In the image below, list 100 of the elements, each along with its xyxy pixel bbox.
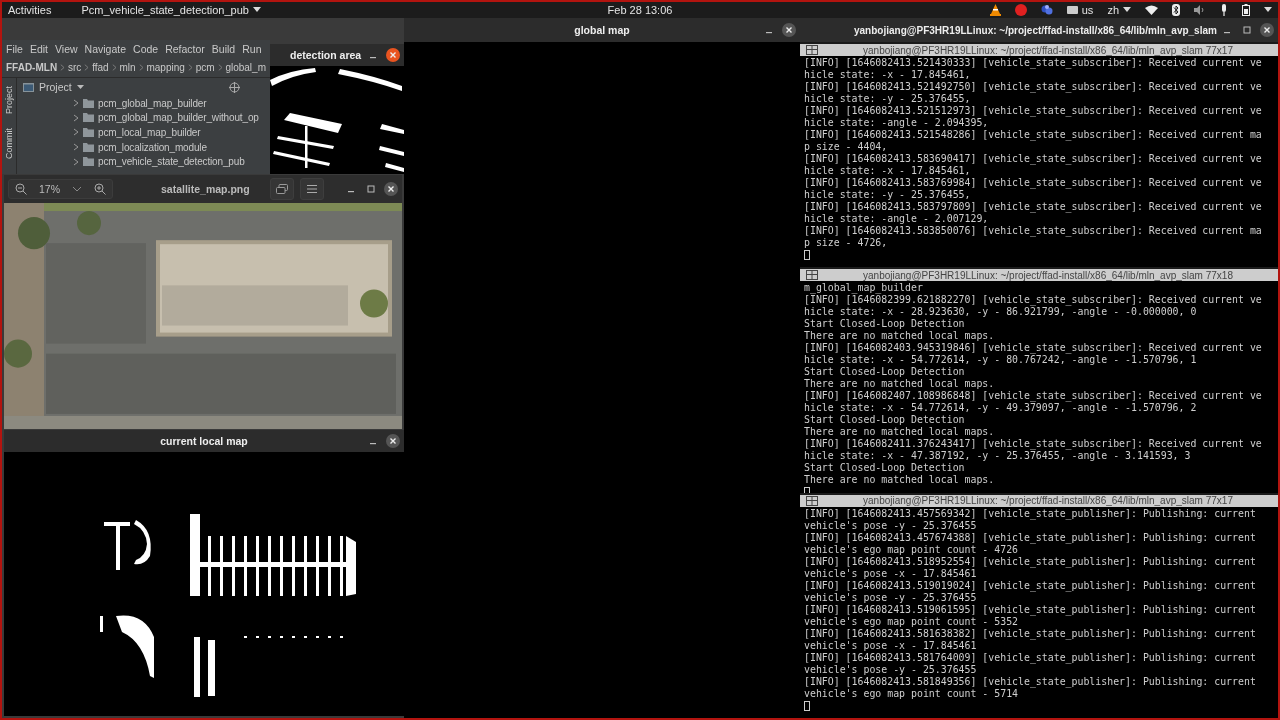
tree-item[interactable]: pcm_localization_module [23,139,207,155]
terminal-line: [INFO] [1646082413.581764009] [vehicle_state_publisher]: Publishing: current [804,651,1257,664]
terminal-line: p size - 4726, [804,237,889,249]
cursor-icon [804,700,810,711]
close-button[interactable] [386,434,400,448]
chevron-icon [217,63,223,72]
menu-item[interactable]: Edit [29,43,48,55]
zoom-in-icon[interactable] [94,183,106,195]
close-button[interactable] [782,23,796,37]
terminal-line: Start Closed-Loop Detection [804,318,966,331]
project-dropdown[interactable]: Project [39,81,72,93]
terminal-line: [INFO] [1646082413.521430333] [vehicle_state_subscriber]: Received current ve [804,57,1263,69]
close-button[interactable] [1260,23,1274,37]
battery-icon[interactable] [1242,4,1250,16]
folder-icon [83,113,94,123]
menu-item[interactable]: Code [133,43,159,55]
breadcrumb-item[interactable]: mln [119,62,136,73]
terminal-line: vehicle's ego map point count - 5714 [804,687,1019,700]
terminal-line: [INFO] [1646082413.581849356] [vehicle_state_publisher]: Publishing: current [804,675,1257,688]
menu-item[interactable]: Navigate [84,43,127,55]
terminal-line: vehicle's pose -y - 25.376455 [804,591,978,604]
locate-icon[interactable] [228,81,240,93]
folder-icon [83,98,94,108]
zoom-out-icon[interactable] [15,183,27,195]
zoom-level[interactable]: 17% [39,183,60,195]
terminal-line: [INFO] [1646082413.583850076] [vehicle_state_subscriber]: Received current ma [804,225,1263,237]
activities-button[interactable]: Activities [8,4,52,16]
chevron-icon [187,63,193,72]
terminal-line: hicle state: -x - 47.387192, -y - 25.376455, -angle - 3.141593, 3 [804,450,1192,463]
folder-icon [83,142,94,152]
close-button[interactable] [386,48,400,62]
terminal-line: hicle state: -x - 28.923630, -y - 86.921799, -angle - -0.000000, 0 [804,306,1198,319]
breadcrumb-item[interactable]: src [67,62,82,73]
menu-item[interactable]: Build [211,43,236,55]
terminal-line: vehicle's pose -x - 17.845461 [804,639,978,652]
window-title: satallite_map.png [161,183,250,195]
close-button[interactable] [384,182,398,196]
breadcrumb-item[interactable]: pcm [195,62,215,73]
volume-icon[interactable] [1194,5,1206,15]
split-icon[interactable] [806,270,818,281]
terminal-line: Start Closed-Loop Detection [804,366,966,379]
input-method-menu[interactable]: zh [1107,4,1131,16]
chevron-icon [84,63,90,72]
chevron-down-icon[interactable] [72,186,82,192]
maximize-button[interactable] [1240,23,1254,37]
caret-icon[interactable] [76,84,84,90]
terminal-line: [INFO] [1646082413.519061595] [vehicle_state_publisher]: Publishing: current [804,603,1257,616]
window-title: detection area [290,49,362,61]
clock[interactable]: Feb 28 13:06 [607,4,673,16]
terminal-line: hicle state: -x - 17.845461, [804,165,972,177]
wifi-icon[interactable] [1145,5,1158,15]
folder-icon [83,128,94,137]
terminal-line: [INFO] [1646082413.583690417] [vehicle_state_subscriber]: Received current ve [804,153,1263,165]
app-icon[interactable] [1040,4,1053,16]
breadcrumb-item[interactable]: ffad [92,62,109,73]
terminal-line: [INFO] [1646082413.519019024] [vehicle_state_publisher]: Publishing: current [804,579,1257,592]
breadcrumb-item[interactable]: mapping [146,62,185,73]
terminal-line: hicle state: -y - 25.376455, [804,189,972,201]
pane-title: yanbojiang@PF3HR19LLinux: ~/project/ffad-install/x86_64/lib/mln_avp_slam 77x17 [862,44,1234,56]
maximize-button[interactable] [364,182,378,196]
app-menu[interactable]: Pcm_vehicle_state_detection_pub [81,4,261,16]
tree-item[interactable]: pcm_global_map_builder_without_op [23,110,259,126]
tree-item[interactable]: pcm_vehicle_state_detection_pub [23,154,245,169]
terminal-line: [INFO] [1646082411.376243417] [vehicle_state_subscriber]: Received current ve [804,438,1263,451]
terminal-line: [INFO] [1646082413.583769984] [vehicle_state_subscriber]: Received current ve [804,177,1263,189]
menu-item[interactable]: View [55,43,78,55]
side-tab[interactable]: Project [3,86,15,114]
terminal-line: vehicle's ego map point count - 4726 [804,543,1019,556]
menu-item[interactable]: Run [242,43,262,55]
split-icon[interactable] [806,45,818,55]
menu-button[interactable] [300,178,324,200]
terminal-line: hicle state: -y - 25.376455, [804,93,972,105]
terminal-line: vehicle's pose -x - 17.845461 [804,567,978,580]
cone-icon[interactable] [989,4,1001,16]
tree-item[interactable]: pcm_local_map_builder [23,125,201,140]
cursor-icon [804,250,810,260]
bluetooth-icon[interactable] [1172,4,1180,16]
chevron-icon [60,63,65,72]
tree-item[interactable]: pcm_global_map_builder [23,96,207,111]
terminal-line: There are no matched local maps. [804,330,996,343]
keyboard-layout[interactable]: us [1066,4,1094,16]
caret-icon[interactable] [1264,7,1272,13]
menu-item[interactable]: File [6,43,23,55]
window-title: yanbojiang@PF3HR19LLinux: ~/project/ffad-install/x86_64/lib/mln_avp_slam [854,24,1217,36]
terminal-line: hicle state: -x - 54.772614, -y - 49.379097, -angle - -1.570796, 2 [804,402,1198,415]
terminal-line: hicle state: -x - 17.845461, [804,69,972,81]
terminal-line: p size - 4404, [804,141,889,153]
pane-title: yanbojiang@PF3HR19LLinux: ~/project/ffad-install/x86_64/lib/mln_avp_slam 77x18 [862,269,1234,281]
split-icon[interactable] [806,495,818,506]
terminal-line: [INFO] [1646082413.521548286] [vehicle_state_subscriber]: Received current ma [804,129,1263,141]
gallery-button[interactable] [270,178,294,200]
menu-item[interactable]: Refactor [165,43,205,55]
terminal-line: [INFO] [1646082413.521492750] [vehicle_state_subscriber]: Received current ve [804,81,1263,93]
breadcrumb-item[interactable]: FFAD-MLN [6,62,58,73]
breadcrumb-item[interactable]: global_m [225,62,266,73]
record-icon[interactable] [1014,4,1027,16]
terminal-line: hicle state: -angle - 2.094395, [804,117,990,129]
terminal-line: [INFO] [1646082413.583797809] [vehicle_state_subscriber]: Received current ve [804,201,1263,213]
side-tab[interactable]: Commit [3,128,15,159]
microphone-icon[interactable] [1220,4,1228,16]
